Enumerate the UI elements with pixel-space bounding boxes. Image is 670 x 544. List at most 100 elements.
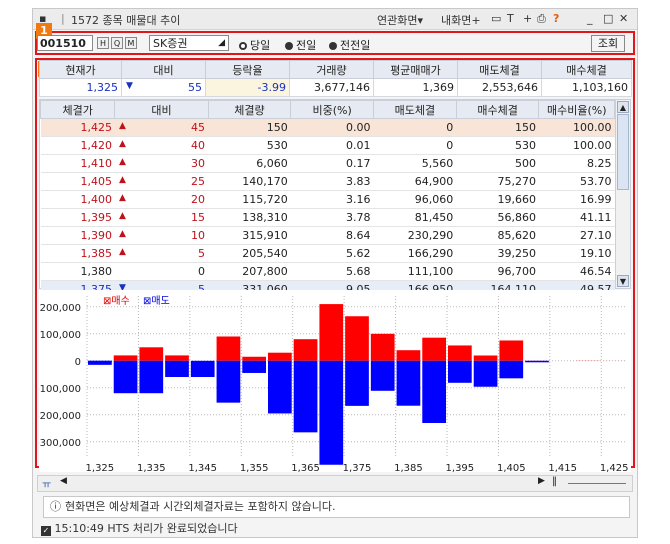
zoom-slider[interactable] — [568, 483, 626, 484]
tick-row[interactable]: 1,390 ▲ 10 315,910 8.64 230,290 85,620 27.10 — [40, 226, 615, 245]
sell-bar — [165, 360, 189, 377]
tick-weight: 5.62 — [290, 244, 374, 263]
stock-name-dropdown[interactable]: SK증권 ◢ — [149, 35, 229, 51]
tick-weight: 0.00 — [290, 118, 374, 137]
scroll-right-icon[interactable]: ▶ — [538, 476, 545, 486]
toolbar: 001510 H Q M SK증권 ◢ 당일 전일 전전일 조회 — [37, 34, 631, 54]
scroll-down-icon[interactable]: ▼ — [617, 275, 629, 287]
tick-sell: 96,060 — [373, 190, 457, 209]
tick-buy: 19,660 — [456, 190, 539, 209]
header-buy-exec: 매수체결 — [541, 60, 632, 79]
buy-bar — [242, 356, 266, 361]
tick-header-row: 체결가 대비 체결량 비중(%) 매도체결 매수체결 매수비율(%) — [39, 100, 615, 119]
tick-table-body: 1,425 ▲ 45 150 0.00 0 150 100.00 1,420 ▲ 40 530 0.01… — [40, 118, 615, 299]
sell-bar — [113, 360, 138, 394]
menu-button[interactable]: M — [125, 37, 137, 49]
zoom-handle-icon[interactable]: ‖ — [552, 476, 557, 487]
search-button[interactable]: Q — [111, 37, 123, 49]
tick-price: 1,400 — [40, 190, 115, 209]
stock-name: SK증권 — [153, 37, 188, 50]
quote-value-row: 1,325 ▼ 55 -3.99 3,677,146 1,369 2,553,64… — [39, 78, 632, 97]
radio-prev-prev-day[interactable]: 전전일 — [329, 37, 370, 53]
scroll-thumb[interactable] — [617, 114, 629, 190]
tick-change: ▲ 15 — [114, 208, 209, 227]
buy-bar — [293, 339, 318, 361]
history-button[interactable]: H — [97, 37, 109, 49]
tick-weight: 3.78 — [290, 208, 374, 227]
status-message: HTS 처리가 완료되었습니다 — [107, 522, 238, 535]
y-tick-label: 0 — [75, 357, 81, 368]
search-submit-button[interactable]: 조회 — [591, 35, 625, 52]
my-screen-menu[interactable]: 내화면+ — [441, 12, 481, 28]
tick-weight: 3.83 — [290, 172, 374, 191]
close-icon[interactable]: ✕ — [619, 12, 628, 25]
tick-change-value: 0 — [198, 265, 206, 278]
tick-change-value: 5 — [198, 247, 206, 260]
x-tick-label: 1,425 — [600, 463, 629, 472]
header-weight: 비중(%) — [290, 100, 374, 119]
buy-bar — [396, 350, 421, 361]
tick-row[interactable]: 1,420 ▲ 40 530 0.01 0 530 100.00 — [40, 136, 615, 155]
related-screen-menu[interactable]: 연관화면▾ — [377, 12, 423, 28]
chart-svg: 200,000 100,000 0 -100,000 -200,000 -300,000 1… — [36, 295, 629, 474]
dropdown-arrow-icon: ◢ — [218, 38, 225, 48]
vertical-scrollbar[interactable]: ▲ ▼ — [615, 100, 630, 288]
tick-change: ▲ 10 — [114, 226, 209, 245]
radio-prev-day[interactable]: 전일 — [285, 37, 316, 53]
chart-settings-icon[interactable]: ㅠ — [42, 476, 51, 491]
buy-bar — [268, 352, 292, 361]
header-change: 대비 — [121, 60, 206, 79]
tick-row[interactable]: 1,425 ▲ 45 150 0.00 0 150 100.00 — [40, 118, 615, 137]
sell-bar — [293, 360, 318, 433]
x-tick-label: 1,345 — [188, 463, 217, 472]
print-icon[interactable]: ⎙ — [537, 12, 546, 26]
monitor-icon[interactable]: ▭ — [491, 12, 501, 25]
tick-volume: 150 — [208, 118, 291, 137]
y-tick-label: -300,000 — [39, 438, 81, 449]
header-exec-volume: 체결량 — [207, 100, 292, 119]
tick-volume: 315,910 — [208, 226, 291, 245]
tick-row[interactable]: 1,385 ▲ 5 205,540 5.62 166,290 39,250 19.10 — [40, 244, 615, 263]
maximize-icon[interactable]: □ — [603, 12, 613, 25]
tick-price: 1,410 — [40, 154, 115, 173]
y-tick-label: -200,000 — [39, 411, 81, 422]
header-volume: 거래량 — [289, 60, 374, 79]
up-arrow-icon: ▲ — [118, 175, 126, 185]
tick-buy: 56,860 — [456, 208, 539, 227]
tick-change-value: 10 — [191, 229, 206, 242]
tick-change-value: 30 — [191, 157, 206, 170]
buy-bar — [422, 337, 446, 361]
horizontal-scrollbar[interactable]: ㅠ ◀ ▶ ‖ — [37, 475, 633, 492]
tick-volume: 530 — [208, 136, 291, 155]
tick-row[interactable]: 1,395 ▲ 15 138,310 3.78 81,450 56,860 41.11 — [40, 208, 615, 227]
stock-code-input[interactable]: 001510 — [37, 35, 93, 51]
text-icon[interactable]: T — [507, 12, 514, 25]
tick-ratio: 100.00 — [538, 118, 615, 137]
x-tick-label: 1,325 — [86, 463, 115, 472]
minimize-icon[interactable]: _ — [587, 12, 593, 25]
plus-icon[interactable]: + — [523, 12, 532, 25]
scroll-up-icon[interactable]: ▲ — [617, 101, 629, 113]
tick-ratio: 27.10 — [538, 226, 615, 245]
x-tick-label: 1,385 — [394, 463, 423, 472]
quote-header-row: 현재가 대비 등락율 거래량 평균매매가 매도체결 매수체결 — [39, 60, 632, 79]
buy-bar — [448, 345, 472, 361]
buy-bar — [499, 340, 524, 361]
legend-sell: ⊠매도 — [143, 295, 170, 307]
scroll-left-icon[interactable]: ◀ — [60, 476, 67, 486]
sell-bar — [216, 360, 241, 403]
tick-change: ▲ 25 — [114, 172, 209, 191]
help-icon[interactable]: ? — [553, 12, 559, 25]
tick-row[interactable]: 1,410 ▲ 30 6,060 0.17 5,560 500 8.25 — [40, 154, 615, 173]
radio-today[interactable]: 당일 — [239, 37, 270, 53]
buy-bar — [345, 316, 369, 361]
tick-row[interactable]: 1,405 ▲ 25 140,170 3.83 64,900 75,270 53.70 — [40, 172, 615, 191]
tick-sell: 81,450 — [373, 208, 457, 227]
tick-row[interactable]: 1,400 ▲ 20 115,720 3.16 96,060 19,660 16.99 — [40, 190, 615, 209]
radio-icon — [329, 42, 337, 50]
tick-weight: 3.16 — [290, 190, 374, 209]
tick-weight: 0.17 — [290, 154, 374, 173]
tick-row[interactable]: 1,380 0 207,800 5.68 111,100 96,700 46.54 — [40, 262, 615, 281]
sell-bar — [139, 360, 164, 394]
tick-price: 1,390 — [40, 226, 115, 245]
